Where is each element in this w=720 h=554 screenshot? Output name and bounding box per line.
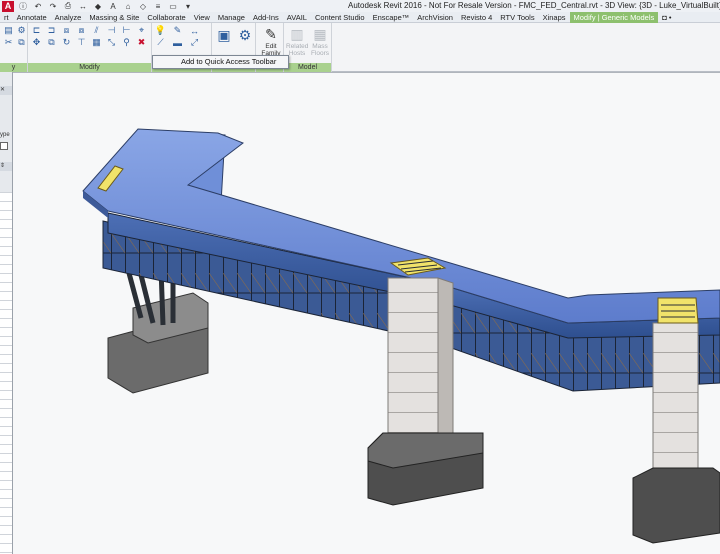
tag-icon[interactable]: ◆ bbox=[92, 1, 104, 11]
window-title: Autodesk Revit 2016 - Not For Resale Ver… bbox=[348, 1, 720, 10]
override-icon[interactable]: ✎ bbox=[171, 25, 184, 36]
properties-palette: ✕ ype ⇕ bbox=[0, 72, 13, 554]
align-icon[interactable]: ⊏ bbox=[30, 25, 43, 36]
type-selector-box[interactable] bbox=[0, 142, 8, 150]
thin-lines-icon[interactable]: ≡ bbox=[152, 1, 164, 11]
join-icon[interactable]: ⧉ bbox=[15, 37, 28, 48]
mass-floors-icon: ▦ bbox=[313, 25, 327, 42]
extend-icon[interactable]: ⊤ bbox=[75, 37, 88, 48]
tab-analyze[interactable]: Analyze bbox=[51, 12, 86, 23]
select-panel: ▤ ⚙ ✂ ⧉ y bbox=[0, 23, 28, 72]
create-group-icon[interactable]: ▣ bbox=[214, 25, 234, 45]
split-icon[interactable]: ⫽ bbox=[90, 25, 103, 36]
edit-family-icon: ✎ bbox=[265, 25, 277, 42]
quick-access-toolbar: A ⓘ ↶ ↷ ⎙ ↔ ◆ A ⌂ ◇ ≡ ▭ ▾ bbox=[0, 0, 194, 12]
right-pier-face bbox=[652, 322, 699, 474]
select-panel-label: y bbox=[0, 63, 27, 72]
array-icon[interactable]: ▦ bbox=[90, 37, 103, 48]
edit-family-label-1: Edit bbox=[265, 43, 277, 50]
info-icon[interactable]: ⓘ bbox=[17, 1, 29, 11]
undo-icon[interactable]: ↶ bbox=[32, 1, 44, 11]
properties-grid bbox=[0, 192, 12, 554]
tab-annotate[interactable]: Annotate bbox=[13, 12, 51, 23]
tab-revisto[interactable]: Revisto 4 bbox=[457, 12, 496, 23]
section-icon[interactable]: ◇ bbox=[137, 1, 149, 11]
tab-modify-generic-models[interactable]: Modify | Generic Models bbox=[569, 11, 659, 23]
3d-view-icon[interactable]: ⌂ bbox=[122, 1, 134, 11]
mass-floors-button[interactable]: ▦ Mass Floors bbox=[309, 25, 331, 58]
ribbon: ▤ ⚙ ✂ ⧉ y ⊏ ⊐ ⧈ ⧇ ⫽ ⊣ ⊢ ⌖ ✥ ⧉ ↻ ⊤ ▦ ⤡ ⚲ … bbox=[0, 23, 720, 72]
mass-floors-label-2: Floors bbox=[310, 50, 330, 57]
pin-icon[interactable]: ⚲ bbox=[120, 37, 133, 48]
tab-enscape[interactable]: Enscape™ bbox=[369, 12, 414, 23]
tab-add-ins[interactable]: Add-Ins bbox=[249, 12, 283, 23]
switch-windows-icon[interactable]: ▾ bbox=[182, 1, 194, 11]
tab-panel-toggle[interactable]: ◘ • bbox=[658, 12, 675, 23]
related-hosts-icon: ▥ bbox=[290, 25, 304, 42]
measure-tool-icon[interactable]: ↔ bbox=[188, 25, 201, 36]
center-pier-face bbox=[387, 277, 439, 434]
add-to-quick-access-toolbar-item[interactable]: Add to Quick Access Toolbar bbox=[181, 56, 288, 68]
model-panel: ▥ Related Hosts ▦ Mass Floors Model bbox=[284, 23, 332, 72]
model-panel-label: Model bbox=[284, 63, 331, 72]
related-hosts-label-2: Hosts bbox=[288, 50, 306, 57]
modify-panel: ⊏ ⊐ ⧈ ⧇ ⫽ ⊣ ⊢ ⌖ ✥ ⧉ ↻ ⊤ ▦ ⤡ ⚲ ✖ Modify bbox=[28, 23, 152, 72]
paint-icon[interactable]: ⟋ bbox=[154, 37, 167, 48]
close-hidden-icon[interactable]: ▭ bbox=[167, 1, 179, 11]
measure-icon[interactable]: ↔ bbox=[77, 1, 89, 11]
type-selector-label: ype bbox=[0, 132, 10, 138]
tab-view[interactable]: View bbox=[190, 12, 214, 23]
properties-close-button[interactable]: ✕ bbox=[0, 86, 12, 95]
tab-collaborate[interactable]: Collaborate bbox=[143, 12, 189, 23]
tab-manage[interactable]: Manage bbox=[214, 12, 249, 23]
split-gap-icon[interactable]: ⊢ bbox=[120, 25, 133, 36]
bridge-model[interactable] bbox=[13, 73, 720, 554]
related-hosts-button[interactable]: ▥ Related Hosts bbox=[286, 25, 309, 58]
mass-floors-label-1: Mass bbox=[312, 43, 328, 50]
tab-massing-site[interactable]: Massing & Site bbox=[85, 12, 143, 23]
trim-icon[interactable]: ⊣ bbox=[105, 25, 118, 36]
cope-icon[interactable]: ⚙ bbox=[15, 25, 28, 36]
text-icon[interactable]: A bbox=[107, 1, 119, 11]
tab-architecture[interactable]: rt bbox=[0, 12, 13, 23]
title-bar: A ⓘ ↶ ↷ ⎙ ↔ ◆ A ⌂ ◇ ≡ ▭ ▾ Autodesk Revit… bbox=[0, 0, 720, 12]
tab-archvision[interactable]: ArchVision bbox=[413, 12, 457, 23]
mirror-axis-icon[interactable]: ⧈ bbox=[60, 25, 73, 36]
unpin-icon[interactable]: ⌖ bbox=[135, 25, 148, 36]
pattern-icon[interactable]: ▬ bbox=[171, 37, 184, 48]
modify-panel-label: Modify bbox=[28, 63, 151, 72]
ribbon-tabs: rt Annotate Analyze Massing & Site Colla… bbox=[0, 11, 720, 23]
edit-family-button[interactable]: ✎ Edit Family bbox=[260, 25, 282, 58]
delete-icon[interactable]: ✖ bbox=[135, 37, 148, 48]
print-icon[interactable]: ⎙ bbox=[62, 1, 74, 11]
mirror-draw-icon[interactable]: ⧇ bbox=[75, 25, 88, 36]
offset-icon[interactable]: ⊐ bbox=[45, 25, 58, 36]
properties-group-header[interactable]: ⇕ bbox=[0, 162, 12, 171]
copy-icon[interactable]: ⧉ bbox=[45, 37, 58, 48]
create-similar-icon[interactable]: ⚙ bbox=[235, 25, 255, 45]
paste-icon[interactable]: ▤ bbox=[2, 25, 15, 36]
move-icon[interactable]: ✥ bbox=[30, 37, 43, 48]
right-footing bbox=[632, 467, 720, 544]
rotate-icon[interactable]: ↻ bbox=[60, 37, 73, 48]
hide-icon[interactable]: 💡 bbox=[154, 25, 167, 36]
tab-content-studio[interactable]: Content Studio bbox=[311, 12, 369, 23]
tab-rtv-tools[interactable]: RTV Tools bbox=[496, 12, 538, 23]
related-hosts-label-1: Related bbox=[286, 43, 309, 50]
cut-icon[interactable]: ✂ bbox=[2, 37, 15, 48]
3d-viewport[interactable] bbox=[13, 72, 720, 554]
tab-xinaps[interactable]: Xinaps bbox=[539, 12, 570, 23]
tab-avail[interactable]: AVAIL bbox=[283, 12, 311, 23]
revit-logo-icon[interactable]: A bbox=[2, 0, 14, 12]
context-menu: Add to Quick Access Toolbar bbox=[152, 55, 289, 69]
dimension-icon[interactable]: ⤢ bbox=[188, 37, 201, 48]
center-pier-side bbox=[437, 277, 454, 439]
scale-icon[interactable]: ⤡ bbox=[105, 37, 118, 48]
redo-icon[interactable]: ↷ bbox=[47, 1, 59, 11]
